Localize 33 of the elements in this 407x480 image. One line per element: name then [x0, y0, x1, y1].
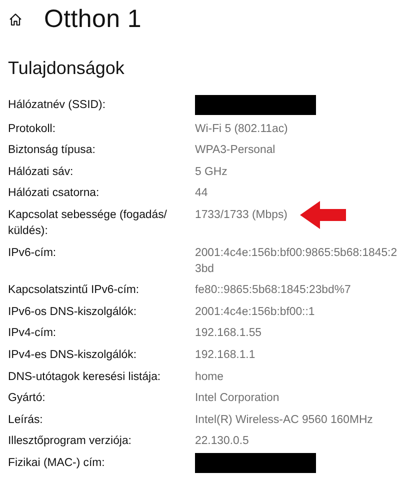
property-value: 192.168.1.55 [195, 326, 263, 342]
property-label: Leírás: [8, 412, 44, 428]
property-value: 44 [195, 186, 209, 202]
property-label: DNS-utótagok keresési listája: [8, 370, 162, 385]
property-label: Fizikai (MAC-) cím: [8, 456, 106, 471]
property-label: Protokoll: [8, 122, 56, 137]
property-label: Hálózatnév (SSID): [8, 98, 106, 113]
property-value: WPA3-Personal [195, 143, 276, 158]
property-value: home [195, 370, 224, 385]
property-value: Intel(R) Wireless-AC 9560 160MHz [195, 412, 374, 428]
property-label: Kapcsolatszintű IPv6-cím: [8, 283, 140, 298]
page-title: Otthon 1 [44, 4, 142, 34]
property-label: IPv4-cím: [8, 326, 58, 342]
property-value: 1733/1733 (Mbps) [195, 208, 288, 223]
property-value: Intel Corporation [195, 391, 280, 406]
property-value: 22.130.0.5 [195, 434, 250, 450]
property-label: Hálózati sáv: [8, 164, 74, 180]
home-icon[interactable] [9, 12, 22, 26]
property-value: 2001:4c4e:156b:bf00:9865:5b68:1845:23bd [195, 246, 398, 277]
property-label: Hálózati csatorna: [8, 186, 100, 202]
property-value: fe80::9865:5b68:1845:23bd%7 [195, 283, 352, 298]
property-value: 2001:4c4e:156b:bf00::1 [195, 304, 316, 320]
property-label: Gyártó: [8, 391, 46, 406]
property-label: Kapcsolat sebessége (fogadás/ küldés): [8, 208, 168, 239]
property-label: IPv6-os DNS-kiszolgálók: [8, 304, 138, 320]
property-value: Wi-Fi 5 (802.11ac) [195, 122, 289, 137]
property-label: Biztonság típusa: [8, 143, 96, 158]
property-label: Illesztőprogram verziója: [8, 434, 132, 450]
property-value: 5 GHz [195, 164, 228, 180]
section-heading: Tulajdonságok [8, 58, 126, 80]
property-label: IPv4-es DNS-kiszolgálók: [8, 348, 138, 363]
property-label: IPv6-cím: [8, 246, 58, 261]
property-value: 192.168.1.1 [195, 348, 256, 363]
